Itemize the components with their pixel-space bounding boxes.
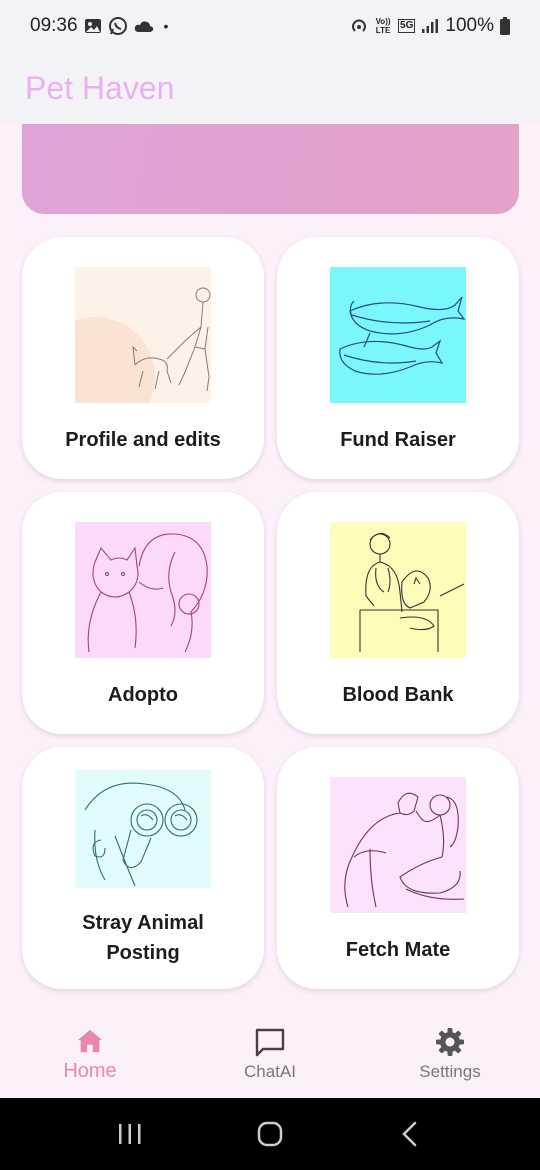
woman-with-cat-illustration: [75, 522, 211, 658]
back-icon[interactable]: [380, 1104, 440, 1164]
woman-walking-dog-illustration: [75, 267, 211, 403]
nav-settings[interactable]: Settings: [360, 1010, 540, 1098]
nav-label: Settings: [419, 1062, 481, 1081]
binoculars-illustration: [75, 770, 211, 888]
battery-icon: [500, 17, 510, 35]
status-time: 09:36: [30, 15, 78, 36]
cloud-icon: [134, 19, 154, 33]
woman-and-dog-illustration: [330, 777, 466, 913]
nav-label: Home: [63, 1059, 117, 1082]
nav-label: ChatAI: [244, 1062, 296, 1081]
nav-chatai[interactable]: ChatAI: [180, 1010, 360, 1098]
app-title: Pet Haven: [25, 69, 175, 106]
volte-tag: Vo)) LTE: [375, 17, 391, 35]
home-circle-icon[interactable]: [240, 1104, 300, 1164]
system-nav-bar: [0, 1098, 540, 1170]
card-fetch-mate[interactable]: Fetch Mate: [277, 747, 519, 989]
card-label: Stray Animal Posting: [82, 912, 204, 964]
card-label: Adopto: [108, 684, 178, 706]
whales-illustration: [330, 267, 466, 403]
card-label: Fetch Mate: [345, 939, 451, 961]
whatsapp-icon: [108, 16, 128, 36]
card-label: Profile and edits: [65, 429, 221, 451]
status-bar: 09:36 • Vo)) LTE 5G 100%: [0, 0, 540, 52]
card-label: Fund Raiser: [340, 429, 456, 451]
home-icon: [77, 1029, 103, 1052]
bottom-nav: Home ChatAI Settings: [0, 1010, 540, 1098]
card-adopto[interactable]: Adopto: [22, 492, 264, 734]
notification-dot: •: [163, 18, 169, 34]
gear-icon: [436, 1028, 464, 1056]
app-bar: Pet Haven: [0, 52, 540, 124]
nav-home[interactable]: Home: [0, 1010, 180, 1098]
card-stray-animal-posting[interactable]: Stray Animal Posting: [22, 747, 264, 989]
gallery-icon: [84, 17, 102, 35]
hotspot-icon: [350, 17, 368, 35]
card-blood-bank[interactable]: Blood Bank: [277, 492, 519, 734]
recents-icon[interactable]: [100, 1104, 160, 1164]
vet-with-dog-illustration: [330, 522, 466, 658]
signal-icon: [421, 18, 439, 34]
banner[interactable]: [22, 124, 519, 214]
card-profile-and-edits[interactable]: Profile and edits: [22, 237, 264, 479]
card-label: Blood Bank: [342, 684, 454, 706]
chat-icon: [255, 1028, 285, 1057]
feature-grid: Profile and edits Fund Raiser Adopto Blo…: [22, 237, 519, 989]
card-fund-raiser[interactable]: Fund Raiser: [277, 237, 519, 479]
battery-percent: 100%: [445, 15, 494, 36]
network-tag: 5G: [398, 19, 416, 33]
